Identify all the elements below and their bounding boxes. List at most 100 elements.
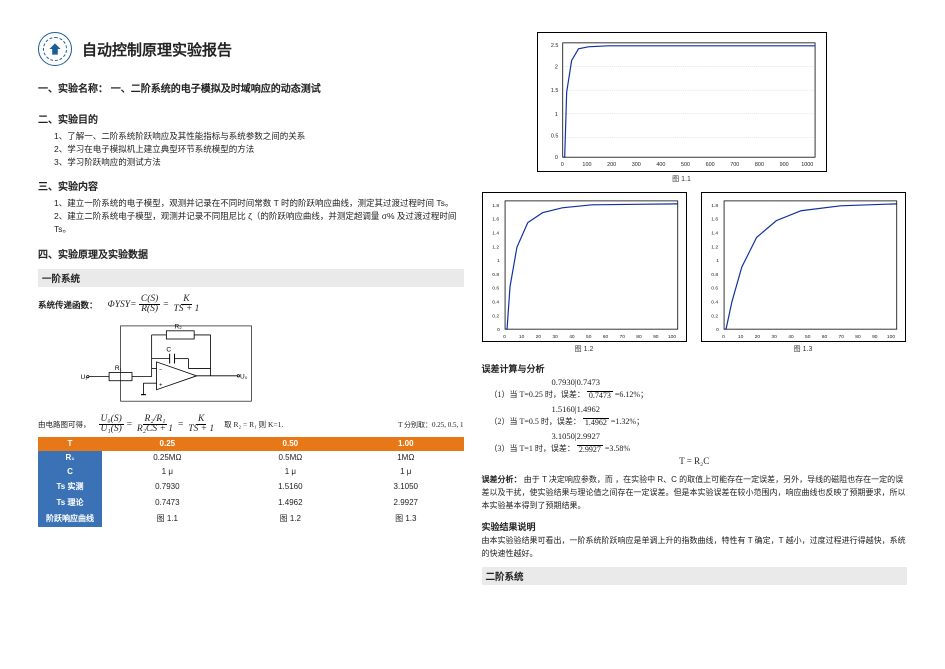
svg-text:1.4: 1.4 xyxy=(492,230,499,236)
list-item: 1、建立一阶系统的电子模型，观测并记录在不同时间常数 T 时的阶跃响应曲线，测定… xyxy=(54,197,464,210)
svg-text:10: 10 xyxy=(737,334,743,340)
t-formula: T = R₂C xyxy=(482,456,908,466)
svg-text:2: 2 xyxy=(554,64,557,70)
section-purpose-h: 二、实验目的 xyxy=(38,111,464,126)
th-c3: 1.00 xyxy=(348,437,463,451)
caption-11: 图 1.1 xyxy=(537,174,827,184)
list-item: 1、了解一、二阶系统阶跃响应及其性能指标与系统参数之间的关系 xyxy=(54,130,464,143)
err-line1: （1）当 T=0.25 时，误差： 0.7473 =6.12%； xyxy=(490,389,908,400)
content-list: 1、建立一阶系统的电子模型，观测并记录在不同时间常数 T 时的阶跃响应曲线，测定… xyxy=(38,197,464,235)
svg-text:300: 300 xyxy=(631,162,640,168)
svg-text:0: 0 xyxy=(497,327,500,333)
circuit-c-label: C xyxy=(166,346,171,353)
svg-text:40: 40 xyxy=(569,334,575,340)
err-line2: （2）当 T=0.5 时，误差： 1.4962 =1.32%； xyxy=(490,416,908,427)
svg-text:0.4: 0.4 xyxy=(711,300,718,306)
svg-text:30: 30 xyxy=(771,334,777,340)
svg-text:90: 90 xyxy=(653,334,659,340)
tf-left: ΦYSY= xyxy=(108,300,137,310)
svg-text:100: 100 xyxy=(582,162,591,168)
svg-text:1.8: 1.8 xyxy=(492,203,499,209)
svg-text:800: 800 xyxy=(754,162,763,168)
svg-text:60: 60 xyxy=(602,334,608,340)
svg-text:10: 10 xyxy=(518,334,524,340)
err-analysis-bold: 误差分析： xyxy=(482,475,522,484)
svg-text:40: 40 xyxy=(788,334,794,340)
svg-text:20: 20 xyxy=(754,334,760,340)
svg-text:1.8: 1.8 xyxy=(711,203,718,209)
svg-text:100: 100 xyxy=(886,334,894,340)
svg-text:50: 50 xyxy=(585,334,591,340)
circuit-r1-label: R₁ xyxy=(115,365,123,372)
err-analysis-body: 由于 T 决定响应参数，而 ，在实验中 R、C 的取值上可能存在一定误差，另外，… xyxy=(482,475,906,510)
th-t: T xyxy=(38,437,102,451)
tf-formula: ΦYSY= C(S)R(S) = KTS + 1 xyxy=(108,295,202,315)
svg-text:700: 700 xyxy=(730,162,739,168)
svg-text:0.8: 0.8 xyxy=(711,272,718,278)
svg-text:0.4: 0.4 xyxy=(492,300,499,306)
th-c1: 0.25 xyxy=(102,437,233,451)
svg-text:900: 900 xyxy=(779,162,788,168)
section1-label: 一、实验名称： xyxy=(38,84,108,95)
deriv-prefix: 由电路图可得， xyxy=(38,419,91,430)
svg-text:0.5: 0.5 xyxy=(550,133,558,139)
derivation-line: 由电路图可得， U₀(S)U₁(S) = R₂/R₁R₂CS + 1 = KTS… xyxy=(38,415,464,435)
svg-text:1.4: 1.4 xyxy=(711,230,718,236)
svg-text:70: 70 xyxy=(619,334,625,340)
t-note: T 分别取：0.25, 0.5, 1 xyxy=(398,420,463,430)
circuit-diagram: R₂ C U₁ R₁ − xyxy=(78,321,258,411)
deriv-tail: 取 R₂ = R₁ 则 K=1. xyxy=(224,419,283,430)
err3-mid: 3.1050|2.9927 xyxy=(552,431,908,441)
university-logo xyxy=(38,32,72,66)
plane-icon xyxy=(48,42,62,56)
circuit-r2-label: R₂ xyxy=(175,323,183,330)
svg-text:2.5: 2.5 xyxy=(550,43,558,49)
err-lead-frac: 0.7930|0.7473 xyxy=(552,377,908,387)
result-h: 实验结果说明 xyxy=(482,520,908,533)
list-item: 2、建立二阶系统电子模型，观测并记录不同阻尼比 ζ（的阶跃响应曲线，并测定超调量… xyxy=(54,210,464,236)
tf-row: 系统传递函数： ΦYSY= C(S)R(S) = KTS + 1 xyxy=(38,295,464,315)
result-body: 由本实验验结果可看出，一阶系统阶跃响应是单调上升的指数曲线，特性有 T 确定，T… xyxy=(482,535,908,561)
th-c2: 0.50 xyxy=(233,437,348,451)
svg-text:1.6: 1.6 xyxy=(492,217,499,223)
svg-text:1.6: 1.6 xyxy=(711,217,718,223)
svg-text:80: 80 xyxy=(636,334,642,340)
error-analysis-h: 误差计算与分析 xyxy=(482,362,908,375)
svg-text:0: 0 xyxy=(503,334,506,340)
chart-fig13: 0 0.2 0.4 0.6 0.8 1 1.2 1.4 1.6 1.8 0 10… xyxy=(701,192,906,342)
section-content-h: 三、实验内容 xyxy=(38,178,464,193)
svg-text:0.8: 0.8 xyxy=(492,272,499,278)
tf-den1: R(S) xyxy=(139,305,160,315)
svg-text:0.2: 0.2 xyxy=(711,313,718,319)
tf-den2: TS + 1 xyxy=(171,305,201,315)
svg-text:0.6: 0.6 xyxy=(711,286,718,292)
svg-text:80: 80 xyxy=(855,334,861,340)
svg-text:1: 1 xyxy=(497,258,500,264)
svg-text:30: 30 xyxy=(552,334,558,340)
svg-text:600: 600 xyxy=(705,162,714,168)
svg-text:1: 1 xyxy=(716,258,719,264)
chart-fig11: 0 0.5 1 1.5 2 2.5 0 100 200 300 400 500 … xyxy=(537,32,827,172)
svg-text:500: 500 xyxy=(681,162,690,168)
svg-text:400: 400 xyxy=(656,162,665,168)
list-item: 2、学习在电子模拟机上建立典型环节系统模型的方法 xyxy=(54,143,464,156)
svg-text:60: 60 xyxy=(821,334,827,340)
svg-text:0.6: 0.6 xyxy=(492,286,499,292)
experiment-name-line: 一、实验名称： 一、二阶系统的电子模拟及时域响应的动态测试 xyxy=(38,80,464,95)
second-order-h: 二阶系统 xyxy=(482,567,908,585)
svg-text:−: − xyxy=(159,366,163,372)
tf-label: 系统传递函数： xyxy=(38,299,98,311)
svg-text:1000: 1000 xyxy=(801,162,813,168)
svg-text:70: 70 xyxy=(838,334,844,340)
svg-text:20: 20 xyxy=(535,334,541,340)
err-line3: （3）当 T=1 时，误差： 2.9927 =3.58% xyxy=(490,443,908,454)
section-theory-h: 四、实验原理及实验数据 xyxy=(38,246,464,261)
svg-text:0.2: 0.2 xyxy=(492,313,499,319)
first-order-h: 一阶系统 xyxy=(38,269,464,287)
data-table: T 0.25 0.50 1.00 R₁0.25MΩ0.5MΩ1MΩ C1 μ1 … xyxy=(38,437,464,527)
svg-text:50: 50 xyxy=(804,334,810,340)
svg-text:1.2: 1.2 xyxy=(492,244,499,250)
svg-text:1: 1 xyxy=(554,112,557,118)
caption-13: 图 1.3 xyxy=(701,344,906,354)
svg-text:0: 0 xyxy=(554,155,557,161)
